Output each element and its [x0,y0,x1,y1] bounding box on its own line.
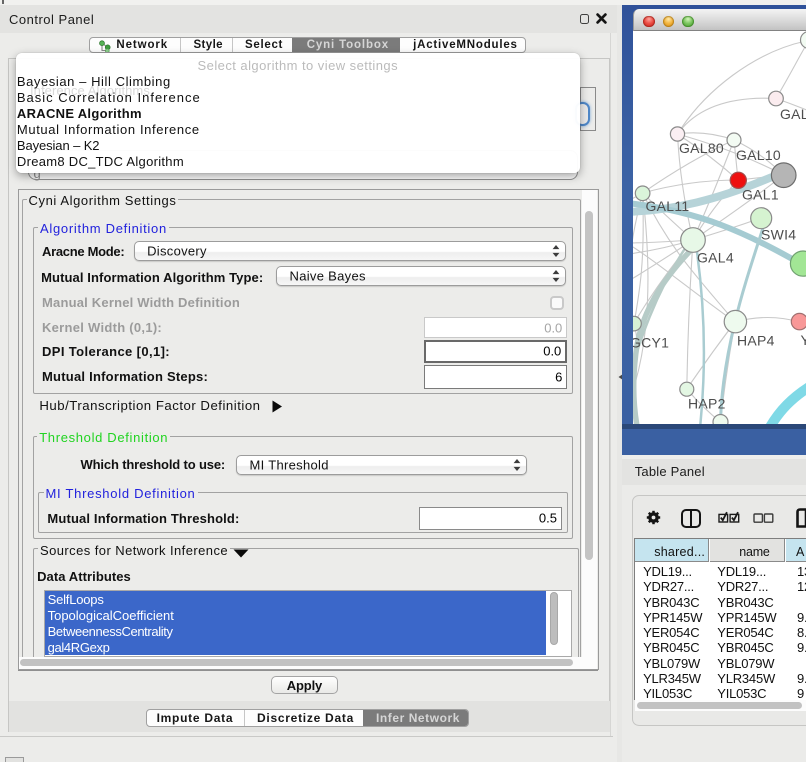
svg-text:GAL10: GAL10 [736,147,781,163]
svg-text:GCY1: GCY1 [633,334,669,350]
svg-text:GAL4: GAL4 [697,249,734,265]
svg-text:GAL1: GAL1 [742,186,779,202]
svg-text:GAL2: GAL2 [780,106,806,122]
svg-text:GAL11: GAL11 [646,198,690,214]
svg-text:SWI4: SWI4 [761,226,796,242]
svg-text:GAL80: GAL80 [679,140,724,156]
svg-text:Y: Y [800,332,806,348]
svg-text:HAP4: HAP4 [737,332,775,348]
svg-text:HAP2: HAP2 [688,395,726,411]
